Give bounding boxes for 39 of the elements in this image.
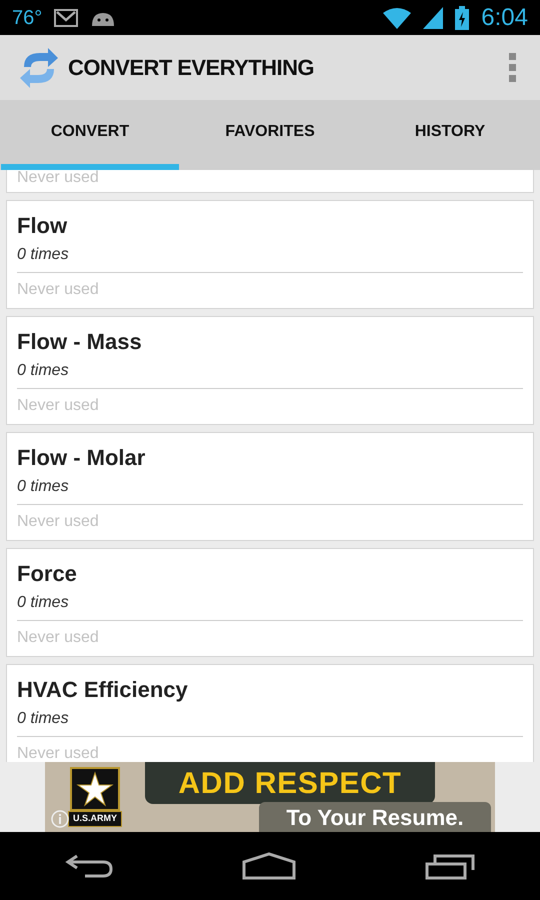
usage-count: 0 times: [17, 478, 523, 505]
clock: 6:04: [481, 2, 528, 32]
usage-count: 0 times: [17, 594, 523, 621]
list-card[interactable]: Flow 0 times Never used: [6, 200, 534, 309]
conversion-name: Flow: [17, 213, 68, 239]
usage-count: 0 times: [17, 362, 523, 389]
list-card[interactable]: HVAC Efficiency 0 times Never used: [6, 664, 534, 762]
refresh-arrows-icon: [18, 46, 60, 88]
last-used-text: Never used: [17, 281, 100, 299]
usage-count: 0 times: [17, 246, 523, 273]
last-used-text: Never used: [17, 170, 99, 186]
last-used-text: Never used: [17, 745, 100, 762]
info-icon: [51, 810, 69, 828]
last-used-text: Never used: [17, 513, 100, 531]
home-icon[interactable]: [242, 852, 296, 880]
signal-icon: [423, 6, 444, 28]
list-card[interactable]: Flow - Molar 0 times Never used: [6, 432, 534, 541]
app-title: CONVERT EVERYTHING: [68, 54, 314, 82]
conversion-name: Force: [17, 561, 78, 587]
last-used-text: Never used: [17, 397, 100, 415]
ad-badge: U.S.ARMY: [68, 811, 122, 827]
mail-icon: [54, 8, 78, 26]
ad-tagline: To Your Resume.: [259, 802, 491, 832]
conversion-name: HVAC Efficiency: [17, 677, 189, 703]
tab[interactable]: HISTORY: [361, 100, 539, 170]
temperature: 76°: [12, 6, 42, 30]
ad-headline: ADD RESPECT: [145, 762, 435, 804]
ad-banner[interactable]: U.S.ARMY ADD RESPECT To Your Resume.: [45, 762, 495, 832]
wifi-icon: [383, 6, 412, 28]
back-icon[interactable]: [64, 852, 113, 880]
battery-icon: [455, 6, 470, 30]
usage-count: 0 times: [17, 710, 523, 737]
recent-apps-icon[interactable]: [425, 852, 476, 880]
tab[interactable]: FAVORITES: [181, 100, 359, 170]
list-card[interactable]: Flow - Mass 0 times Never used: [6, 316, 534, 425]
list-card[interactable]: Force 0 times Never used: [6, 548, 534, 657]
last-used-text: Never used: [17, 629, 100, 647]
conversion-name: Flow - Molar: [17, 445, 146, 471]
conversion-name: Flow - Mass: [17, 329, 143, 355]
